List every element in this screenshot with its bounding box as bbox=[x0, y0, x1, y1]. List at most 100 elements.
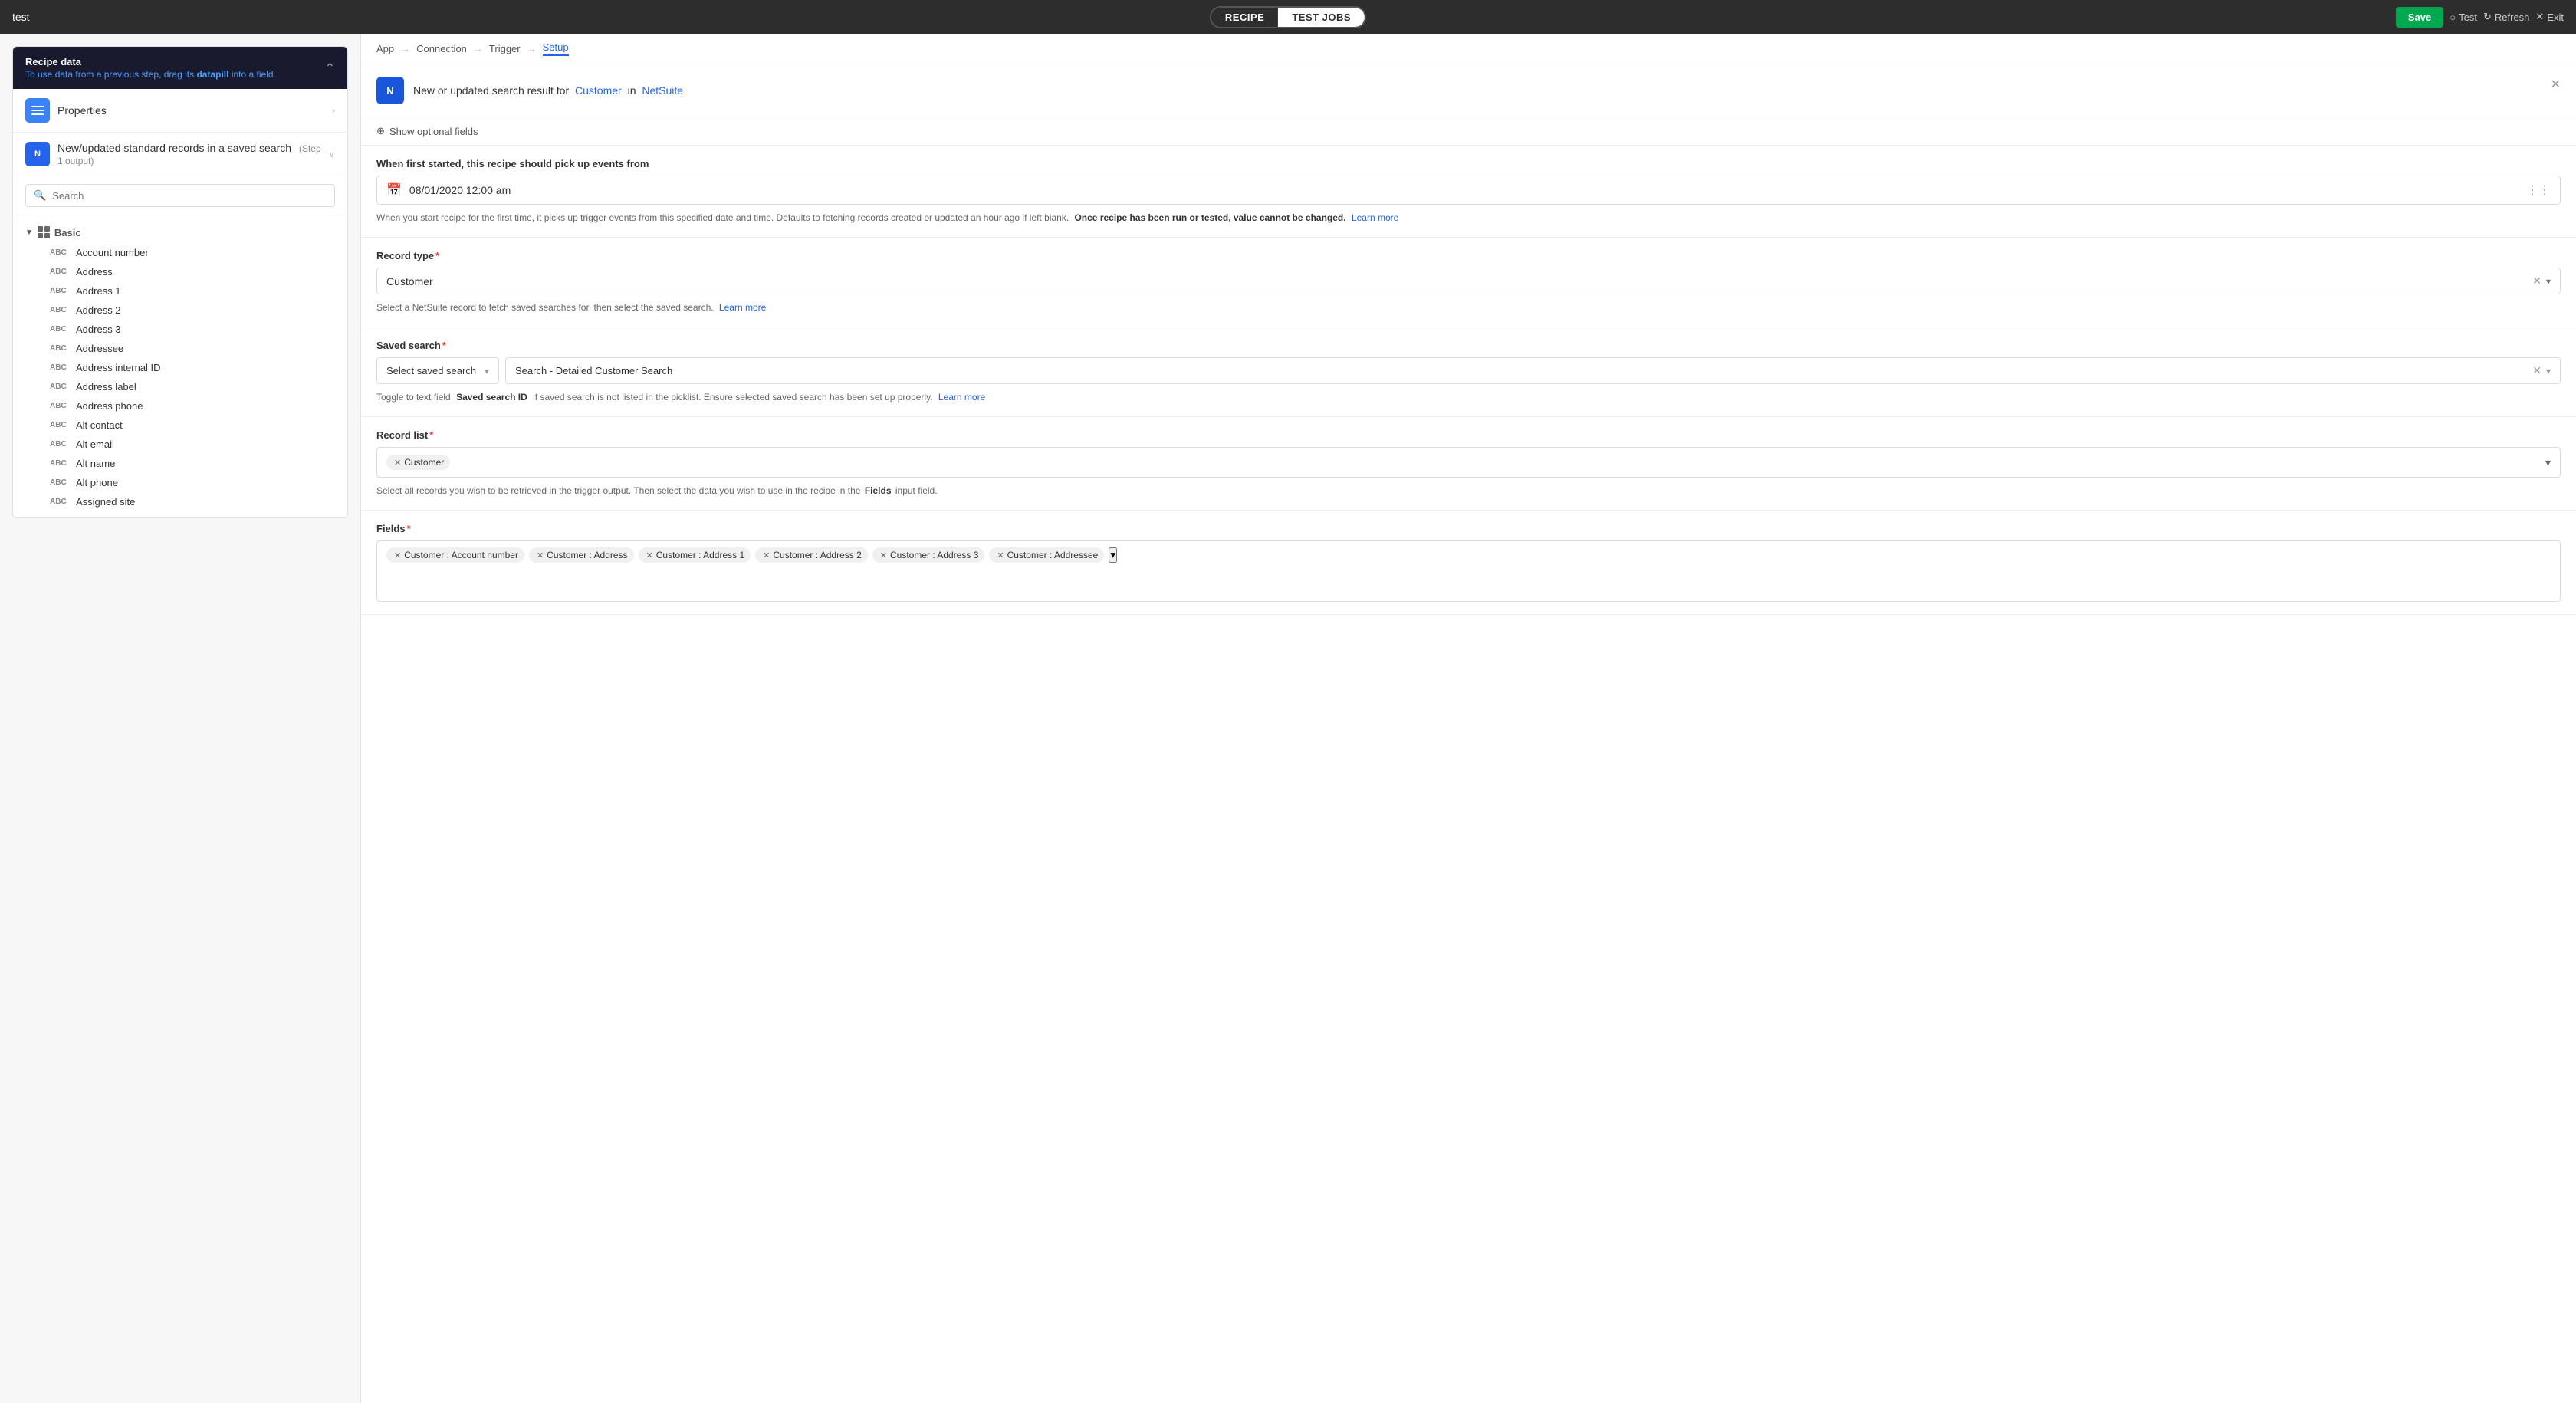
nav-arrow-2: → bbox=[473, 43, 483, 54]
exit-button[interactable]: ✕ Exit bbox=[2535, 11, 2564, 23]
tree-grid-icon bbox=[38, 226, 50, 238]
record-type-select[interactable]: Customer ✕ ▾ bbox=[376, 268, 2561, 294]
saved-search-required: * bbox=[442, 340, 446, 351]
properties-label: Properties bbox=[58, 104, 332, 117]
tree-item[interactable]: ABC Address 2 bbox=[13, 301, 347, 320]
nav-trigger[interactable]: Trigger bbox=[489, 43, 521, 54]
field-tag-address-2: ✕ Customer : Address 2 bbox=[755, 547, 868, 563]
datetime-learn-more[interactable]: Learn more bbox=[1352, 212, 1398, 223]
datetime-field[interactable]: 📅 08/01/2020 12:00 am ⋮⋮ bbox=[376, 176, 2561, 205]
collapse-button[interactable]: ⌃ bbox=[325, 61, 335, 76]
tag-chip-customer: ✕ Customer bbox=[386, 455, 450, 470]
refresh-button[interactable]: ↻ Refresh bbox=[2483, 11, 2529, 23]
saved-search-value-field[interactable]: Search - Detailed Customer Search ✕ ▾ bbox=[505, 357, 2561, 384]
record-type-learn-more[interactable]: Learn more bbox=[719, 302, 766, 313]
tree-item[interactable]: ABC Address 1 bbox=[13, 281, 347, 301]
nav-setup[interactable]: Setup bbox=[543, 41, 569, 56]
record-list-section: Record list * ✕ Customer ▾ Select all re… bbox=[361, 417, 2576, 511]
fields-section: Fields * ✕ Customer : Account number ✕ C… bbox=[361, 511, 2576, 615]
right-nav: App → Connection → Trigger → Setup bbox=[361, 34, 2576, 64]
search-input[interactable] bbox=[52, 190, 327, 202]
tree-item[interactable]: ABC Address bbox=[13, 262, 347, 281]
tree-item[interactable]: ABC Address 3 bbox=[13, 320, 347, 339]
record-list-required: * bbox=[429, 429, 433, 441]
step1-item[interactable]: N New/updated standard records in a save… bbox=[13, 133, 347, 176]
field-remove-addressee[interactable]: ✕ bbox=[997, 550, 1004, 560]
record-type-label: Record type * bbox=[376, 250, 2561, 261]
nav-arrow-1: → bbox=[400, 43, 410, 54]
save-button[interactable]: Save bbox=[2396, 7, 2443, 28]
tree-item[interactable]: ABC Address phone bbox=[13, 396, 347, 416]
tree-item[interactable]: ABC Address label bbox=[13, 377, 347, 396]
saved-search-clear-button[interactable]: ✕ bbox=[2532, 364, 2542, 377]
chevron-down-icon: ∨ bbox=[328, 149, 335, 159]
fields-required: * bbox=[407, 523, 411, 534]
test-button[interactable]: ○ Test bbox=[2450, 12, 2477, 23]
field-remove-address-2[interactable]: ✕ bbox=[763, 550, 770, 560]
record-list-helper: Select all records you wish to be retrie… bbox=[376, 484, 2561, 498]
trigger-info: N New or updated search result for Custo… bbox=[376, 77, 683, 104]
tree-item[interactable]: ABC Account number bbox=[13, 243, 347, 262]
properties-item[interactable]: Properties › bbox=[13, 89, 347, 133]
saved-search-label: Saved search * bbox=[376, 340, 2561, 351]
fields-expand-button[interactable]: ▾ bbox=[1109, 547, 1117, 563]
saved-search-dropdown-arrow: ▾ bbox=[2546, 366, 2551, 376]
tree-group-basic[interactable]: ▼ Basic bbox=[13, 222, 347, 243]
trigger-close-button[interactable]: ✕ bbox=[2551, 77, 2561, 92]
tab-recipe[interactable]: RECIPE bbox=[1211, 8, 1278, 27]
record-list-tags[interactable]: ✕ Customer ▾ bbox=[376, 447, 2561, 478]
left-panel: Recipe data To use data from a previous … bbox=[0, 34, 360, 1403]
search-bar[interactable]: 🔍 bbox=[25, 184, 335, 207]
optional-fields-toggle: ⊕ Show optional fields bbox=[361, 117, 2576, 146]
datetime-section: When first started, this recipe should p… bbox=[361, 146, 2576, 238]
tree-item[interactable]: ABC Addressee bbox=[13, 339, 347, 358]
field-tag-addressee: ✕ Customer : Addressee bbox=[989, 547, 1104, 563]
data-tree: ▼ Basic ABC Account number ABC Address A… bbox=[13, 215, 347, 518]
saved-search-section: Saved search * Select saved search ▾ Sea… bbox=[361, 327, 2576, 417]
nav-app[interactable]: App bbox=[376, 43, 394, 54]
netsuite-icon: N bbox=[376, 77, 404, 104]
search-bar-wrap: 🔍 bbox=[13, 176, 347, 215]
main-layout: Recipe data To use data from a previous … bbox=[0, 34, 2576, 1403]
record-type-required: * bbox=[435, 250, 439, 261]
tree-item[interactable]: ABC Alt contact bbox=[13, 416, 347, 435]
tree-item[interactable]: ABC Address internal ID bbox=[13, 358, 347, 377]
tag-remove-customer[interactable]: ✕ bbox=[394, 458, 401, 468]
recipe-data-header: Recipe data To use data from a previous … bbox=[13, 47, 347, 89]
field-remove-address-3[interactable]: ✕ bbox=[880, 550, 887, 560]
field-remove-address[interactable]: ✕ bbox=[537, 550, 544, 560]
saved-search-select[interactable]: Select saved search ▾ bbox=[376, 357, 499, 384]
topbar-actions: Save ○ Test ↻ Refresh ✕ Exit bbox=[2396, 7, 2564, 28]
record-list-label: Record list * bbox=[376, 429, 2561, 441]
recipe-data-title: Recipe data bbox=[25, 56, 274, 67]
field-remove-account-number[interactable]: ✕ bbox=[394, 550, 401, 560]
trigger-text: New or updated search result for Custome… bbox=[413, 84, 683, 97]
show-optional-fields-button[interactable]: ⊕ Show optional fields bbox=[376, 125, 478, 137]
tree-expand-icon: ▼ bbox=[25, 228, 33, 237]
saved-search-left-value: Select saved search bbox=[386, 365, 476, 376]
tree-item[interactable]: ABC Assigned site bbox=[13, 492, 347, 511]
field-remove-address-1[interactable]: ✕ bbox=[646, 550, 653, 560]
chevron-right-icon: › bbox=[332, 105, 335, 116]
grid-icon[interactable]: ⋮⋮ bbox=[2526, 182, 2551, 198]
properties-icon bbox=[25, 98, 50, 123]
record-type-section: Record type * Customer ✕ ▾ Select a NetS… bbox=[361, 238, 2576, 327]
record-type-clear-button[interactable]: ✕ bbox=[2532, 274, 2542, 288]
tree-item[interactable]: ABC Alt phone bbox=[13, 473, 347, 492]
saved-search-row: Select saved search ▾ Search - Detailed … bbox=[376, 357, 2561, 384]
calendar-icon: 📅 bbox=[386, 182, 402, 198]
recipe-data-card: Recipe data To use data from a previous … bbox=[12, 46, 348, 518]
saved-search-learn-more[interactable]: Learn more bbox=[938, 392, 985, 402]
tree-item[interactable]: ABC Alt email bbox=[13, 435, 347, 454]
trigger-card: N New or updated search result for Custo… bbox=[361, 64, 2576, 117]
fields-tags[interactable]: ✕ Customer : Account number ✕ Customer :… bbox=[376, 540, 2561, 602]
record-list-expand-button[interactable]: ▾ bbox=[2545, 456, 2551, 469]
saved-search-helper: Toggle to text field Saved search ID if … bbox=[376, 390, 2561, 404]
tree-item[interactable]: ABC Alt name bbox=[13, 454, 347, 473]
field-tag-account-number: ✕ Customer : Account number bbox=[386, 547, 524, 563]
nav-connection[interactable]: Connection bbox=[416, 43, 467, 54]
tab-testjobs[interactable]: TEST JOBS bbox=[1278, 8, 1365, 27]
fields-label: Fields * bbox=[376, 523, 2561, 534]
field-tag-address-1: ✕ Customer : Address 1 bbox=[639, 547, 751, 563]
field-tag-address-3: ✕ Customer : Address 3 bbox=[872, 547, 985, 563]
